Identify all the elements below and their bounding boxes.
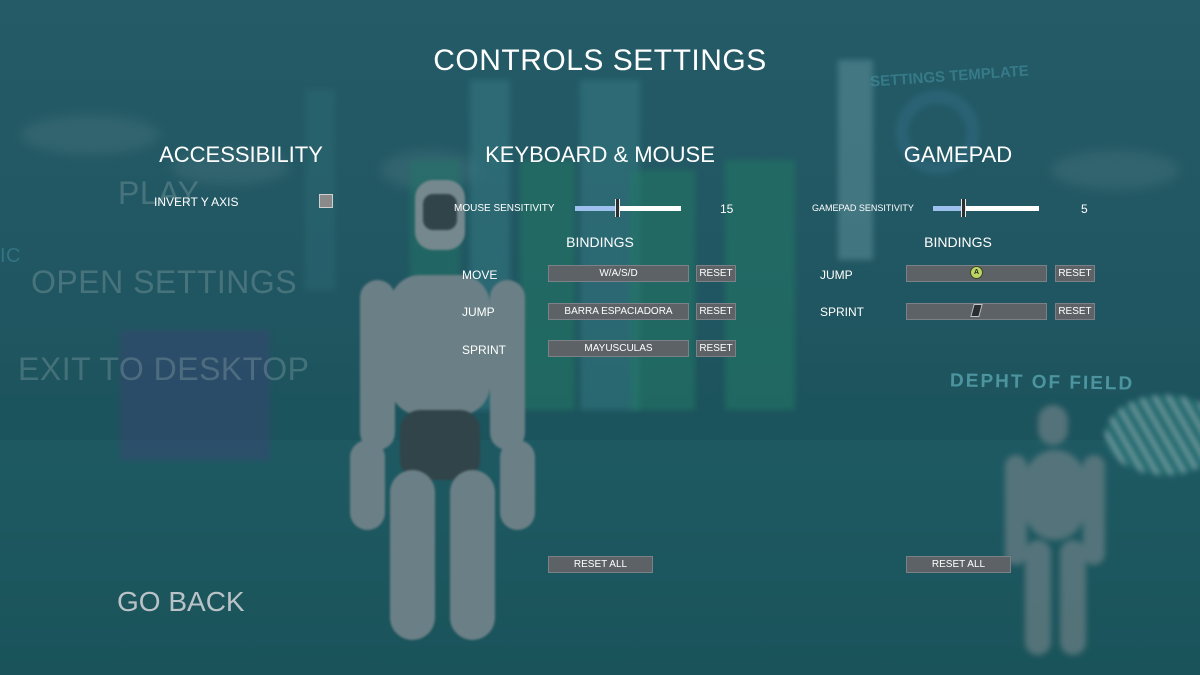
reset-jump-button[interactable]: RESET — [696, 303, 736, 320]
binding-action-jump: JUMP — [462, 305, 495, 319]
gamepad-binding-sprint[interactable] — [906, 303, 1047, 320]
gamepad-sensitivity-value: 5 — [1081, 202, 1088, 216]
reset-sprint-button[interactable]: RESET — [696, 340, 736, 357]
gamepad-reset-jump-button[interactable]: RESET — [1055, 265, 1095, 282]
slider-handle[interactable] — [615, 199, 621, 217]
gamepad-title: GAMEPAD — [903, 142, 1013, 167]
keyboard-bindings-title: BINDINGS — [566, 234, 634, 250]
mouse-sensitivity-slider[interactable] — [575, 199, 681, 217]
gamepad-reset-all-button[interactable]: RESET ALL — [906, 556, 1011, 573]
page-title: CONTROLS SETTINGS — [433, 44, 767, 77]
slider-fill — [933, 206, 963, 211]
gamepad-binding-jump[interactable]: A — [906, 265, 1047, 282]
binding-key-move[interactable]: W/A/S/D — [548, 265, 689, 282]
mouse-sensitivity-value: 15 — [720, 202, 734, 216]
gamepad-a-button-icon: A — [970, 265, 983, 279]
binding-action-sprint: SPRINT — [462, 343, 507, 357]
go-back-button[interactable]: GO BACK — [117, 586, 245, 618]
slider-handle[interactable] — [960, 199, 966, 217]
slider-fill — [575, 206, 618, 211]
accessibility-title: ACCESSIBILITY — [159, 142, 323, 167]
invert-y-label: INVERT Y AXIS — [154, 195, 239, 209]
gamepad-action-sprint: SPRINT — [820, 305, 865, 319]
binding-key-jump[interactable]: BARRA ESPACIADORA — [548, 303, 689, 320]
reset-move-button[interactable]: RESET — [696, 265, 736, 282]
controls-settings-panel: CONTROLS SETTINGS ACCESSIBILITY INVERT Y… — [0, 0, 1200, 675]
gamepad-trigger-icon — [970, 303, 983, 317]
binding-key-sprint[interactable]: MAYUSCULAS — [548, 340, 689, 357]
gamepad-action-jump: JUMP — [820, 268, 853, 282]
mouse-sensitivity-label: MOUSE SENSITIVITY — [454, 203, 555, 214]
invert-y-checkbox[interactable] — [319, 194, 333, 208]
gamepad-sensitivity-label: GAMEPAD SENSITIVITY — [812, 203, 914, 213]
gamepad-sensitivity-slider[interactable] — [933, 199, 1039, 217]
keyboard-reset-all-button[interactable]: RESET ALL — [548, 556, 653, 573]
gamepad-reset-sprint-button[interactable]: RESET — [1055, 303, 1095, 320]
keyboard-mouse-title: KEYBOARD & MOUSE — [485, 142, 715, 167]
binding-action-move: MOVE — [462, 268, 498, 282]
gamepad-bindings-title: BINDINGS — [924, 234, 992, 250]
